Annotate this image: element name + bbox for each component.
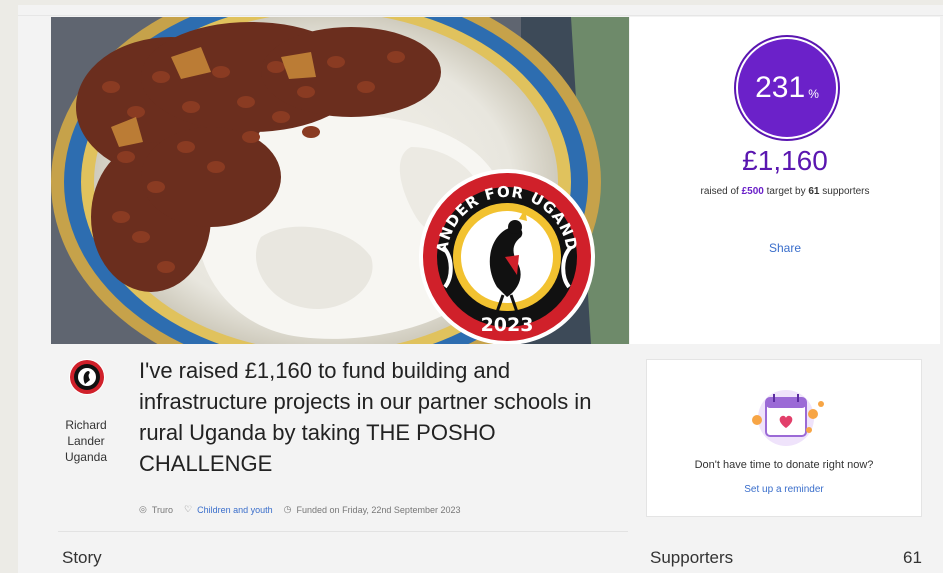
hero-image: LANDER FOR UGANDA 2023 [51, 17, 629, 344]
badge-year: 2023 [481, 314, 534, 336]
supporters-suffix: supporters [822, 186, 870, 197]
lander-for-uganda-badge: LANDER FOR UGANDA 2023 [419, 169, 595, 344]
org-name-line-1: Richard [65, 418, 107, 432]
hero-photo: LANDER FOR UGANDA 2023 [51, 17, 629, 344]
heart-icon: ♡ [184, 504, 193, 514]
donation-stats-card: 231 % £1,160 raised of £500 target by 61… [630, 17, 940, 344]
target-mid: target by [766, 186, 806, 197]
percent-value: 231 [755, 71, 806, 104]
org-name[interactable]: Richard Lander Uganda [58, 417, 114, 465]
category-link[interactable]: Children and youth [197, 505, 273, 515]
location-pin-icon: ◎ [139, 504, 147, 514]
funded-date: Funded on Friday, 22nd September 2023 [296, 504, 461, 515]
supporters-count: 61 [903, 548, 922, 567]
raised-amount: £1,160 [742, 145, 828, 176]
clock-icon: ◷ [283, 504, 292, 514]
page: LANDER FOR UGANDA 2023 231 % £1,160 rais… [18, 5, 943, 573]
set-reminder-link[interactable]: Set up a reminder [647, 484, 921, 495]
share-link[interactable]: Share [630, 241, 940, 255]
raised-summary: raised of £500 target by 61 supporters [630, 186, 940, 197]
percent-sign: % [808, 87, 819, 101]
supporters-count-inline: 61 [808, 186, 820, 197]
fundraiser-headline: I've raised £1,160 to fund building and … [139, 358, 592, 476]
reminder-card: Don't have time to donate right now? Set… [646, 359, 922, 517]
calendar-heart-icon [752, 390, 824, 446]
target-amount: £500 [741, 186, 764, 197]
fundraiser-meta: ◎ Truro ♡ Children and youth ◷ Funded on… [139, 504, 460, 515]
raised-prefix: raised of [700, 186, 739, 197]
story-heading: Story [62, 548, 102, 567]
top-strip [18, 5, 943, 16]
percent-raised-circle: 231 % [738, 39, 836, 137]
location-text: Truro [151, 504, 174, 515]
reminder-text: Don't have time to donate right now? [694, 459, 874, 471]
supporters-heading: Supporters [650, 548, 734, 567]
org-name-line-3: Uganda [64, 450, 108, 464]
org-name-line-2: Lander [67, 434, 105, 448]
section-divider [58, 531, 628, 532]
org-avatar[interactable] [69, 359, 105, 395]
